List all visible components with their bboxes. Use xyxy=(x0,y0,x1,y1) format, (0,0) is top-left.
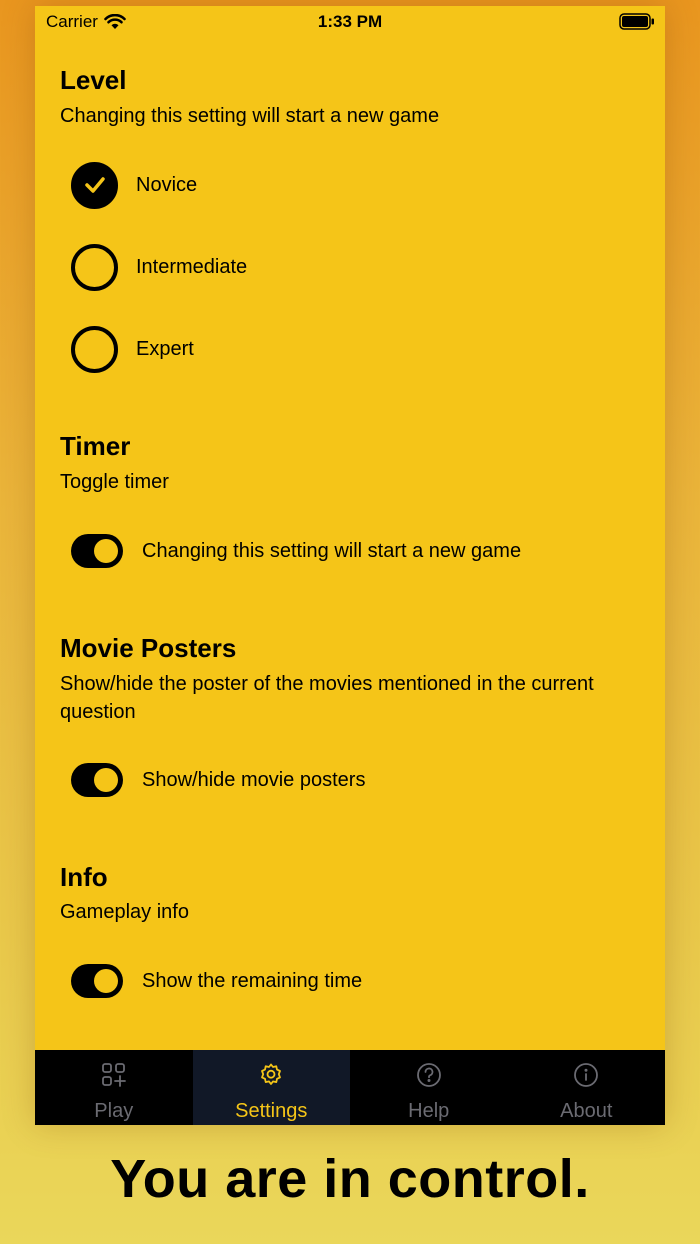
checkmark-icon xyxy=(84,177,105,193)
tab-label: Play xyxy=(94,1100,134,1122)
tab-settings[interactable]: Settings xyxy=(192,1050,350,1125)
radio-unchecked[interactable] xyxy=(71,243,118,291)
posters-subtitle: Show/hide the poster of the movies menti… xyxy=(60,673,594,723)
level-option-label: Expert xyxy=(136,337,194,360)
tab-about[interactable]: About xyxy=(508,1050,666,1125)
info-subtitle: Gameplay info xyxy=(60,901,189,923)
info-circle-icon xyxy=(574,1063,599,1087)
level-option-label: Intermediate xyxy=(136,255,248,278)
timer-title: Timer xyxy=(60,431,131,461)
status-bar: Carrier 1:33 PM xyxy=(35,6,665,38)
level-option-expert[interactable]: Expert xyxy=(71,325,194,373)
gear-icon xyxy=(261,1063,282,1085)
radio-checked[interactable] xyxy=(71,161,118,209)
level-option-intermediate[interactable]: Intermediate xyxy=(71,243,247,291)
timer-toggle-label: Changing this setting will start a new g… xyxy=(142,539,522,562)
level-subtitle: Changing this setting will start a new g… xyxy=(60,105,440,127)
toggle-knob xyxy=(94,539,118,563)
grid-plus-icon xyxy=(101,1063,126,1087)
tab-play[interactable]: Play xyxy=(35,1050,193,1125)
posters-toggle-label: Show/hide movie posters xyxy=(142,768,366,791)
timer-toggle[interactable] xyxy=(71,534,123,568)
info-title: Info xyxy=(60,862,108,892)
info-toggle-row[interactable]: Show the remaining time xyxy=(71,963,362,999)
question-circle-icon xyxy=(416,1063,441,1087)
toggle-knob xyxy=(94,969,118,993)
tab-label: Help xyxy=(408,1100,450,1122)
timer-subtitle: Toggle timer xyxy=(60,471,169,493)
tab-label: About xyxy=(560,1100,613,1122)
posters-toggle-row[interactable]: Show/hide movie posters xyxy=(71,762,365,798)
posters-toggle[interactable] xyxy=(71,763,123,797)
status-time: 1:33 PM xyxy=(317,12,383,31)
marketing-tagline: You are in control. xyxy=(110,1149,590,1209)
phone-screen: Carrier 1:33 PM Level Changing this sett… xyxy=(35,6,665,1125)
radio-unchecked[interactable] xyxy=(71,325,118,373)
level-title: Level xyxy=(60,65,127,95)
info-toggle[interactable] xyxy=(71,964,123,998)
toggle-knob xyxy=(94,768,118,792)
info-toggle-label: Show the remaining time xyxy=(142,969,363,992)
posters-title: Movie Posters xyxy=(60,633,237,663)
tab-bar: Play Settings Help About xyxy=(35,1050,665,1125)
timer-toggle-row[interactable]: Changing this setting will start a new g… xyxy=(71,533,521,569)
tab-help[interactable]: Help xyxy=(350,1050,508,1125)
battery-icon xyxy=(619,13,654,30)
level-option-label: Novice xyxy=(136,173,198,196)
tab-label: Settings xyxy=(235,1100,308,1122)
level-option-novice[interactable]: Novice xyxy=(71,161,197,209)
